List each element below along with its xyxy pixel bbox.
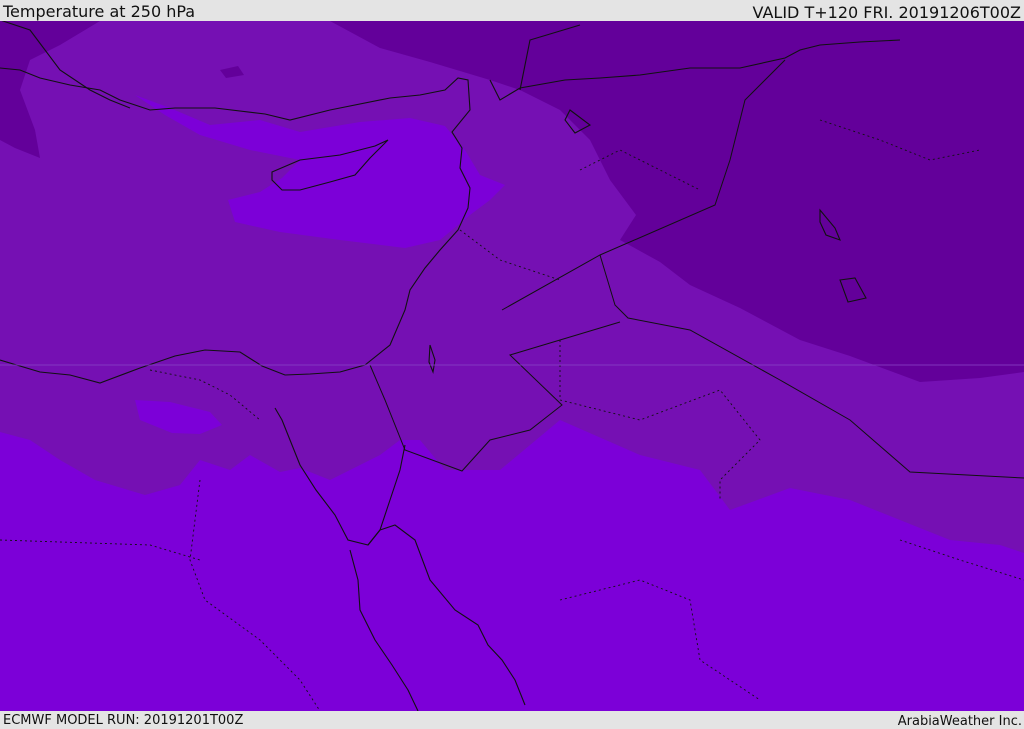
credit-label: ArabiaWeather Inc. (897, 714, 1022, 729)
header-bar: Temperature at 250 hPa VALID T+120 FRI. … (0, 0, 1024, 21)
valid-time-label: VALID T+120 FRI. 20191206T00Z (752, 3, 1021, 22)
footer-bar: ECMWF MODEL RUN: 20191201T00Z ArabiaWeat… (0, 711, 1024, 729)
model-run-label: ECMWF MODEL RUN: 20191201T00Z (3, 713, 244, 728)
temperature-map (0, 21, 1024, 711)
map-title: Temperature at 250 hPa (3, 2, 196, 21)
